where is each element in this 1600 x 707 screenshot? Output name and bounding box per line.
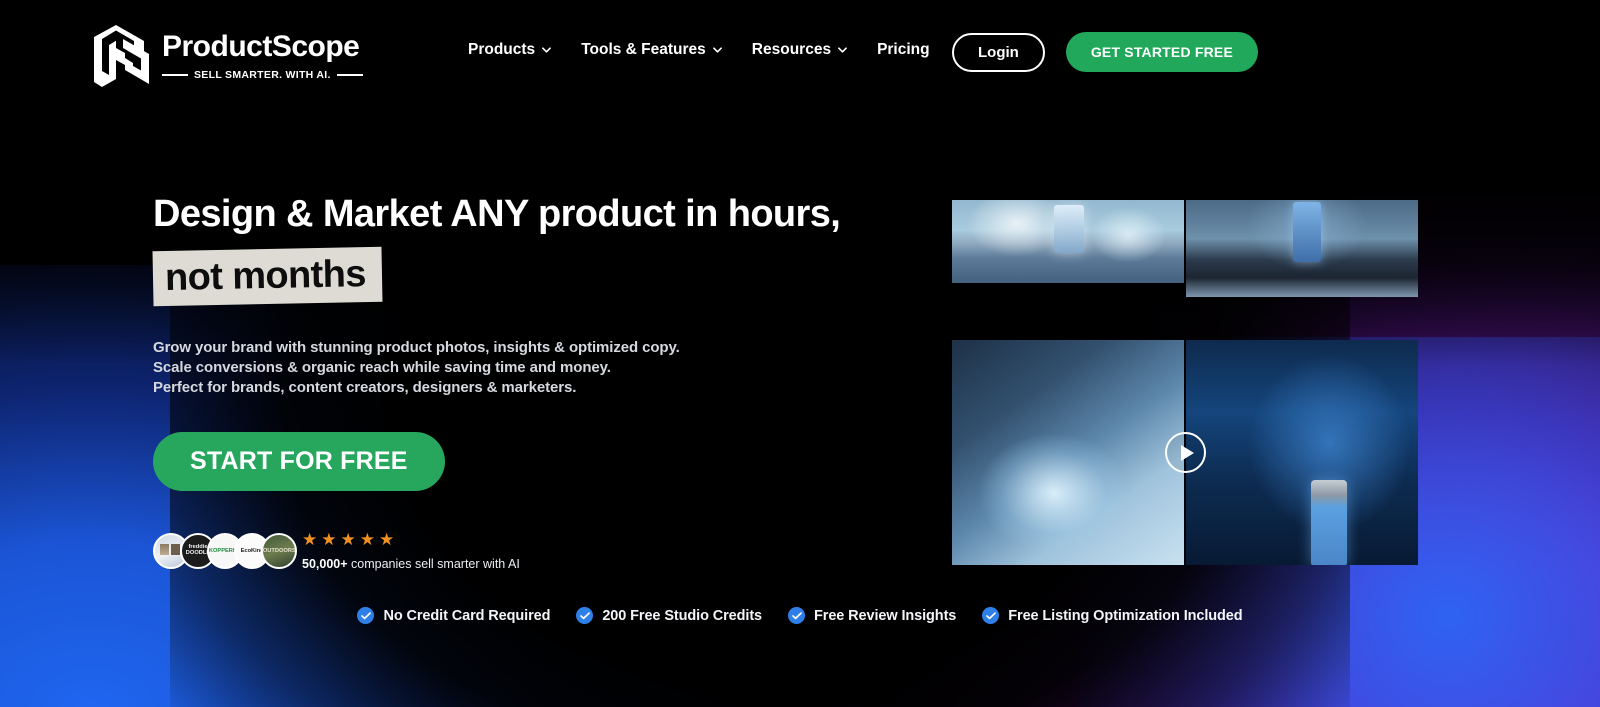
nav-item-products[interactable]: Products — [468, 41, 552, 59]
feature-highlights: No Credit Card Required 200 Free Studio … — [0, 607, 1600, 624]
nav-label: Pricing — [877, 41, 930, 58]
page-title: Design & Market ANY product in hours, — [153, 193, 841, 235]
avatar-group: freddie DOODLE KOPPERKC EcoKind OUTDOORS — [153, 532, 297, 569]
check-circle-icon — [982, 607, 1000, 624]
social-proof-label: companies sell smarter with AI — [347, 557, 520, 571]
hero-section: Design & Market ANY product in hours, no… — [0, 135, 1600, 707]
feature-label: No Credit Card Required — [383, 607, 551, 624]
play-triangle-icon — [1181, 444, 1194, 461]
hero-subtext-line: Scale conversions & organic reach while … — [153, 359, 611, 376]
hero-video-preview[interactable] — [952, 200, 1418, 565]
nav-item-tools-features[interactable]: Tools & Features — [581, 41, 722, 59]
logo-tagline-row: SELL SMARTER. WITH AI. — [162, 69, 363, 81]
media-tile-image — [1186, 200, 1418, 297]
social-proof-count: 50,000+ — [302, 557, 348, 571]
social-proof-text-block: ★★★★★ 50,000+ companies sell smarter wit… — [302, 531, 520, 571]
rating-stars: ★★★★★ — [302, 530, 399, 549]
hero-subtext-line: Perfect for brands, content creators, de… — [153, 379, 577, 396]
tagline-rule-left — [162, 74, 188, 76]
social-proof: freddie DOODLE KOPPERKC EcoKind OUTDOORS… — [153, 531, 913, 571]
check-circle-icon — [576, 607, 594, 624]
tagline-rule-right — [336, 74, 363, 76]
media-tile-bottle-on-water — [952, 200, 1184, 283]
feature-item-studio-credits: 200 Free Studio Credits — [576, 607, 762, 624]
avatar-outdoor-badge: OUTDOORS — [261, 532, 297, 569]
check-circle-icon — [357, 607, 375, 624]
media-grid — [952, 200, 1418, 565]
feature-item-listing-optimization: Free Listing Optimization Included — [982, 607, 1243, 624]
hero-subtext: Grow your brand with stunning product ph… — [153, 338, 913, 398]
feature-item-review-insights: Free Review Insights — [788, 607, 956, 624]
chevron-down-icon — [838, 47, 847, 53]
feature-label: Free Listing Optimization Included — [1008, 607, 1243, 624]
media-tile-image — [952, 200, 1184, 283]
feature-item-no-credit-card: No Credit Card Required — [357, 607, 550, 624]
page-title-highlight-wrap: not months — [152, 246, 383, 307]
main-navigation: Products Tools & Features Resources Pric… — [468, 41, 930, 59]
social-proof-caption: 50,000+ companies sell smarter with AI — [302, 558, 520, 571]
media-tile-image — [952, 340, 1184, 565]
logo-tagline: SELL SMARTER. WITH AI. — [194, 69, 331, 81]
nav-label: Tools & Features — [581, 41, 706, 58]
chevron-down-icon — [542, 47, 552, 53]
media-tile-image — [1186, 340, 1418, 565]
chevron-down-icon — [712, 47, 722, 53]
feature-label: 200 Free Studio Credits — [602, 607, 763, 624]
check-circle-icon — [788, 607, 806, 624]
login-button[interactable]: Login — [952, 32, 1045, 72]
get-started-free-button[interactable]: GET STARTED FREE — [1065, 32, 1258, 72]
logo-name: ProductScope — [162, 30, 360, 63]
media-tile-ice-splash — [952, 340, 1184, 565]
page-title-highlight: not months — [152, 246, 383, 307]
nav-label: Products — [468, 41, 536, 58]
hero-content: Design & Market ANY product in hours, no… — [152, 193, 913, 571]
landing-page: ProductScope SELL SMARTER. WITH AI. Prod… — [0, 0, 1600, 707]
nav-label: Resources — [751, 41, 832, 58]
header-actions: Login GET STARTED FREE — [952, 32, 1258, 72]
feature-label: Free Review Insights — [814, 607, 957, 624]
play-button-icon[interactable] — [1165, 432, 1206, 473]
site-header: ProductScope SELL SMARTER. WITH AI. Prod… — [0, 0, 1600, 135]
logo[interactable]: ProductScope SELL SMARTER. WITH AI. — [92, 22, 363, 94]
hero-subtext-line: Grow your brand with stunning product ph… — [153, 339, 680, 356]
avatar-label: OUTDOORS — [262, 547, 296, 554]
media-tile-bottle-on-rock — [1186, 200, 1418, 297]
media-tile-blue-bottle — [1186, 340, 1418, 565]
start-for-free-button[interactable]: START FOR FREE — [153, 432, 445, 491]
nav-item-resources[interactable]: Resources — [752, 41, 847, 59]
productscope-logo-icon — [94, 25, 149, 87]
nav-item-pricing[interactable]: Pricing — [877, 41, 930, 59]
